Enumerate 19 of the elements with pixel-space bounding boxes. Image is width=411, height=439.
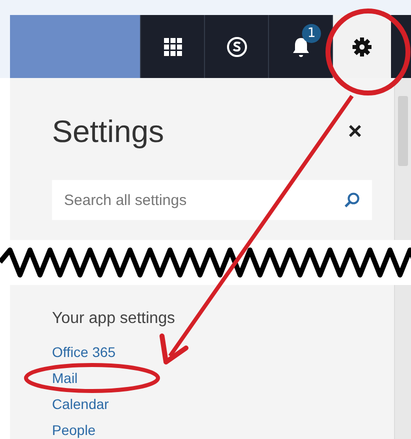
search-field[interactable]: Search all settings: [52, 180, 372, 220]
settings-link[interactable]: Office 365: [52, 344, 116, 360]
close-button[interactable]: ×: [348, 118, 372, 146]
settings-link[interactable]: Calendar: [52, 396, 109, 412]
settings-icon: [352, 36, 372, 56]
skype-icon: [226, 36, 248, 58]
bell-icon: [290, 36, 310, 58]
settings-button[interactable]: [332, 15, 391, 78]
app-launcher-button[interactable]: [140, 15, 204, 78]
section-title: Your app settings: [52, 310, 176, 328]
search-icon: [344, 192, 360, 208]
grid-icon: [164, 38, 182, 56]
panel-title: Settings: [52, 114, 164, 150]
skype-button[interactable]: [204, 15, 268, 78]
notifications-button[interactable]: 1: [268, 15, 332, 78]
scrollbar-thumb[interactable]: [398, 96, 408, 166]
notification-badge: 1: [302, 24, 321, 43]
settings-link[interactable]: Mail: [52, 370, 78, 386]
settings-link[interactable]: People: [52, 422, 96, 438]
